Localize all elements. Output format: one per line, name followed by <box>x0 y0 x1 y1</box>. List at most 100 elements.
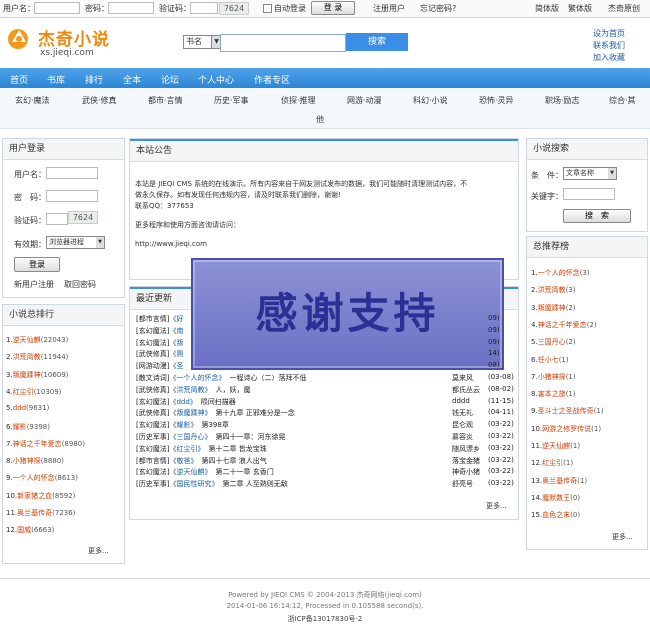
rank-title[interactable]: 奥兰基传奇 <box>17 509 52 517</box>
rank-title[interactable]: 圣斗士之圣战传奇 <box>538 407 594 415</box>
bookmark-link[interactable]: 加入收藏 <box>593 52 625 63</box>
list-item[interactable]: 12.红尘引(1) <box>531 458 573 468</box>
category-kehuan[interactable]: 科幻·小说 <box>413 95 448 106</box>
update-category[interactable]: [网游动漫] <box>136 362 169 370</box>
top-login-button[interactable]: 登 录 <box>311 1 355 15</box>
header-search-type-select[interactable]: 书名 ▼ <box>183 35 222 49</box>
nav-user-center[interactable]: 个人中心 <box>198 73 234 86</box>
top-password-input[interactable] <box>108 2 154 14</box>
rank-title[interactable]: 叛魔蹂神 <box>13 371 41 379</box>
simplified-link[interactable]: 简体版 <box>535 3 559 14</box>
list-item[interactable]: 3.叛魔蹂神(10609) <box>6 370 68 380</box>
notice-url[interactable]: http://www.jieqi.com <box>135 239 510 250</box>
update-book[interactable]: 《叛魔蹂神》 <box>169 409 211 417</box>
category-kongbu[interactable]: 恐怖·灵异 <box>479 95 514 106</box>
update-category[interactable]: [历史军事] <box>136 433 169 441</box>
update-author[interactable]: 落宝金猪 <box>452 456 480 466</box>
rank-title[interactable]: 一个人的怀念 <box>538 269 580 277</box>
rank-title[interactable]: 红尘引 <box>13 388 34 396</box>
list-item[interactable]: 1.一个人的怀念(3) <box>531 268 590 278</box>
login-username-input[interactable] <box>46 167 98 179</box>
update-author[interactable]: 慕容炎 <box>452 432 473 442</box>
logo-icon[interactable] <box>6 26 32 50</box>
update-book[interactable]: 《ddd》 <box>169 398 196 406</box>
update-book[interactable]: 《三国丹心》 <box>169 433 211 441</box>
list-item[interactable]: 6.任小七(1) <box>531 355 569 365</box>
list-item[interactable]: 15.血色之末(0) <box>531 510 580 520</box>
rank-title[interactable]: 害本之旅 <box>538 390 566 398</box>
list-item[interactable]: 8.小猪神探(8880) <box>6 456 64 466</box>
rank-title[interactable]: 网游之修罗传说 <box>542 425 591 433</box>
rank-title[interactable]: 小猪神探 <box>538 373 566 381</box>
rank-title[interactable]: 红尘引 <box>542 459 563 467</box>
category-zhichang[interactable]: 职场·励志 <box>545 95 580 106</box>
update-chapter[interactable]: 一程诗心（二）落拜不低 <box>229 374 306 382</box>
list-item[interactable]: 7.小猪神探(1) <box>531 372 576 382</box>
rank-title[interactable]: 任小七 <box>538 356 559 364</box>
rank-title[interactable]: 血色之末 <box>542 511 570 519</box>
forgot-password-link[interactable]: 忘记密码? <box>420 3 456 14</box>
list-item[interactable]: 10.网游之修罗传说(1) <box>531 424 601 434</box>
login-password-input[interactable] <box>46 190 98 202</box>
update-category[interactable]: [玄幻魔法] <box>136 445 169 453</box>
update-author[interactable]: 神奇小猪 <box>452 467 480 477</box>
side-search-button[interactable]: 搜 索 <box>563 209 631 223</box>
list-item[interactable]: 5.三国丹心(2) <box>531 337 576 347</box>
update-chapter[interactable]: 第四十七章 浪人出气 <box>201 457 266 465</box>
rank-title[interactable]: 叛魔蹂神 <box>538 304 566 312</box>
update-chapter[interactable]: 第二十一章 玄香门 <box>215 468 273 476</box>
rank-title[interactable]: 洪荒简教 <box>13 353 41 361</box>
traditional-link[interactable]: 繁体版 <box>568 3 592 14</box>
update-author[interactable]: 随风漂乡 <box>452 444 480 454</box>
update-book[interactable]: 《好 <box>169 315 183 323</box>
update-category[interactable]: [武侠修真] <box>136 409 169 417</box>
category-wuxia[interactable]: 武侠·修真 <box>82 95 117 106</box>
list-item[interactable]: 4.红尘引(10309) <box>6 387 61 397</box>
update-category[interactable]: [玄幻魔法] <box>136 398 169 406</box>
side-search-keyword-input[interactable] <box>563 188 615 200</box>
recover-password-link[interactable]: 取回密码 <box>64 279 96 290</box>
rank-title[interactable]: ddd <box>13 404 26 412</box>
category-lishi[interactable]: 历史·军事 <box>214 95 249 106</box>
new-user-register-link[interactable]: 新用户注册 <box>14 279 54 290</box>
rank-title[interactable]: 神话之千年爱恋 <box>538 321 587 329</box>
recommend-more-link[interactable]: 更多... <box>612 532 633 542</box>
rank-title[interactable]: 魔默数王 <box>542 494 570 502</box>
list-item[interactable]: 11.奥兰基传奇(7236) <box>6 508 75 518</box>
list-item[interactable]: 12.国威(6663) <box>6 525 54 535</box>
nav-library[interactable]: 书库 <box>47 73 65 86</box>
update-chapter[interactable]: 人，妖，魔 <box>215 386 250 394</box>
category-dushi[interactable]: 都市·言情 <box>148 95 183 106</box>
top-username-input[interactable] <box>34 2 80 14</box>
category-zonghe[interactable]: 综合·其 <box>609 95 636 106</box>
update-book[interactable]: 《叛 <box>169 339 183 347</box>
update-chapter[interactable]: 陨间扫描器 <box>201 398 236 406</box>
header-search-input[interactable] <box>220 34 346 52</box>
update-chapter[interactable]: 第十二章 皆龙宝珠 <box>208 445 266 453</box>
updates-more-link[interactable]: 更多... <box>486 501 507 511</box>
update-author[interactable]: 都氏丛云 <box>452 385 480 395</box>
update-chapter[interactable]: 第四十一章：河东徐晃 <box>215 433 285 441</box>
list-item[interactable]: 5.ddd(9631) <box>6 404 49 412</box>
nav-forum[interactable]: 论坛 <box>161 73 179 86</box>
top-captcha-input[interactable] <box>190 2 218 14</box>
list-item[interactable]: 8.害本之旅(1) <box>531 389 576 399</box>
nav-complete[interactable]: 全本 <box>123 73 141 86</box>
update-chapter[interactable]: 第十九章 正邪难分是一念 <box>215 409 294 417</box>
update-book[interactable]: 《敬爸》 <box>169 457 197 465</box>
update-author[interactable]: 莫来风 <box>452 373 473 383</box>
register-link[interactable]: 注册用户 <box>373 3 405 14</box>
list-item[interactable]: 7.神话之千年爱恋(8980) <box>6 439 85 449</box>
update-book[interactable]: 《爬 <box>169 350 183 358</box>
list-item[interactable]: 11.逆天仙麒(1) <box>531 441 580 451</box>
list-item[interactable]: 10.新家猪之血(8592) <box>6 491 75 501</box>
update-book[interactable]: 《南 <box>169 327 183 335</box>
rank-title[interactable]: 三国丹心 <box>538 338 566 346</box>
update-book[interactable]: 《一个人的怀念》 <box>169 374 225 382</box>
original-link[interactable]: 杰奇原创 <box>608 3 640 14</box>
update-book[interactable]: 《红尘引》 <box>169 445 204 453</box>
list-item[interactable]: 1.逆天仙麒(22043) <box>6 335 68 345</box>
list-item[interactable]: 3.叛魔蹂神(2) <box>531 303 576 313</box>
rank-title[interactable]: 新家猪之血 <box>17 492 52 500</box>
list-item[interactable]: 2.洪荒简教(11944) <box>6 352 68 362</box>
